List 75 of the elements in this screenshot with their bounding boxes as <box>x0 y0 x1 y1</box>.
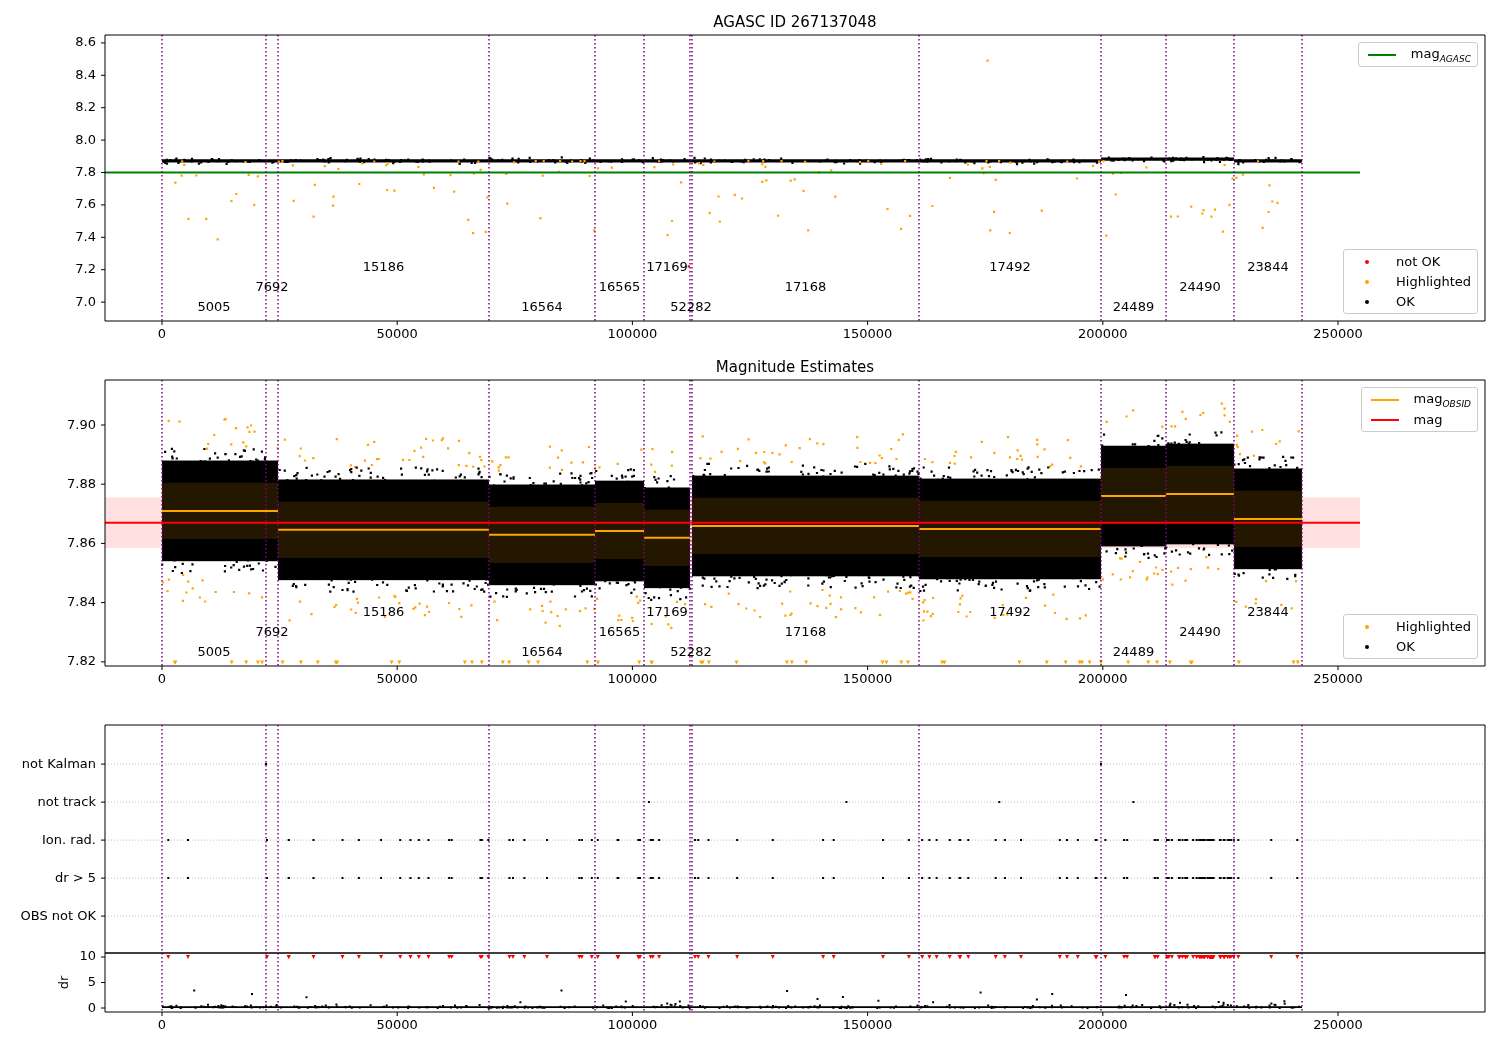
tick-label: 50000 <box>376 671 418 686</box>
tick-label: 250000 <box>1313 326 1363 341</box>
tick-label: 10 <box>79 948 96 964</box>
obsid-label: 17169 <box>646 258 688 274</box>
obsid-label: 52282 <box>670 298 712 314</box>
tick-label: dr > 5 <box>54 869 96 885</box>
obsid-label: 16564 <box>521 643 563 659</box>
legend-label: mag <box>1413 412 1443 427</box>
obsid-label: 16565 <box>598 623 641 639</box>
obsid-label: 24489 <box>1112 298 1155 314</box>
tick-label: 0 <box>157 326 167 341</box>
legend-label: Highlighted <box>1396 619 1471 634</box>
tick-label: 150000 <box>842 326 893 341</box>
obsid-label: 17169 <box>646 603 688 619</box>
tick-label: OBS not OK <box>20 907 96 923</box>
tick-label: 50000 <box>376 1017 418 1032</box>
tick-label: 7.84 <box>67 594 96 610</box>
tick-label: 8.2 <box>75 99 96 115</box>
tick-label: 8.4 <box>75 66 96 82</box>
tick-label: Ion. rad. <box>42 831 96 847</box>
legend-label: not OK <box>1396 254 1441 269</box>
obsid-label: 17168 <box>784 623 827 639</box>
obsid-label: 7692 <box>255 278 289 294</box>
obsid-label: 24489 <box>1112 643 1155 659</box>
tick-label: 250000 <box>1313 671 1363 686</box>
tick-label: 7.88 <box>67 475 96 491</box>
tick-label: 8.6 <box>75 34 96 50</box>
axis-label: dr <box>56 975 71 990</box>
tick-label: 200000 <box>1078 326 1128 341</box>
tick-label: 7.6 <box>75 196 96 212</box>
obsid-label: 24490 <box>1179 623 1221 639</box>
obsid-label: 24490 <box>1179 278 1221 294</box>
legend-label: mag$_{AGASC}$ <box>1410 45 1471 64</box>
tick-label: 8.0 <box>75 131 96 147</box>
tick-label: 100000 <box>607 671 658 686</box>
obsid-label: 23844 <box>1247 258 1289 274</box>
tick-label: 150000 <box>842 671 893 686</box>
tick-label: 100000 <box>607 1017 658 1032</box>
tick-label: 7.82 <box>67 653 96 669</box>
legend-label: Highlighted <box>1396 274 1471 289</box>
obsid-label: 17168 <box>784 278 827 294</box>
tick-label: 7.4 <box>75 228 96 244</box>
obsid-label: 16565 <box>598 278 641 294</box>
legend-label: OK <box>1396 294 1415 309</box>
chart-title: AGASC ID 267137048 <box>713 13 877 31</box>
legend-label: OK <box>1396 639 1415 654</box>
tick-label: 150000 <box>842 1017 893 1032</box>
tick-label: 0 <box>157 671 167 686</box>
obsid-label: 17492 <box>989 603 1031 619</box>
tick-label: 200000 <box>1078 1017 1128 1032</box>
obsid-label: 16564 <box>521 298 563 314</box>
tick-label: 7.2 <box>75 261 96 277</box>
obsid-label: 7692 <box>255 623 289 639</box>
legend-label: mag$_{OBSID}$ <box>1413 390 1471 409</box>
tick-label: 200000 <box>1078 671 1128 686</box>
tick-label: not Kalman <box>21 755 96 771</box>
tick-label: 5 <box>87 974 96 989</box>
tick-label: 7.8 <box>75 164 96 179</box>
tick-label: 50000 <box>376 326 418 341</box>
obsid-label: 15186 <box>362 603 405 619</box>
tick-label: 7.90 <box>67 416 96 432</box>
obsid-label: 15186 <box>362 258 405 274</box>
tick-label: 0 <box>157 1017 167 1032</box>
tick-label: 100000 <box>607 326 658 341</box>
obsid-label: 52282 <box>670 643 712 659</box>
obsid-label: 5005 <box>197 298 231 314</box>
obsid-label: 17492 <box>989 258 1031 274</box>
obsid-label: 5005 <box>197 643 231 659</box>
chart-title: Magnitude Estimates <box>715 358 875 376</box>
tick-label: 7.86 <box>67 534 96 550</box>
tick-label: 250000 <box>1313 1017 1363 1032</box>
tick-label: 0 <box>87 999 96 1015</box>
obsid-label: 23844 <box>1247 603 1289 619</box>
tick-label: not track <box>37 793 96 809</box>
tick-label: 7.0 <box>75 293 96 309</box>
